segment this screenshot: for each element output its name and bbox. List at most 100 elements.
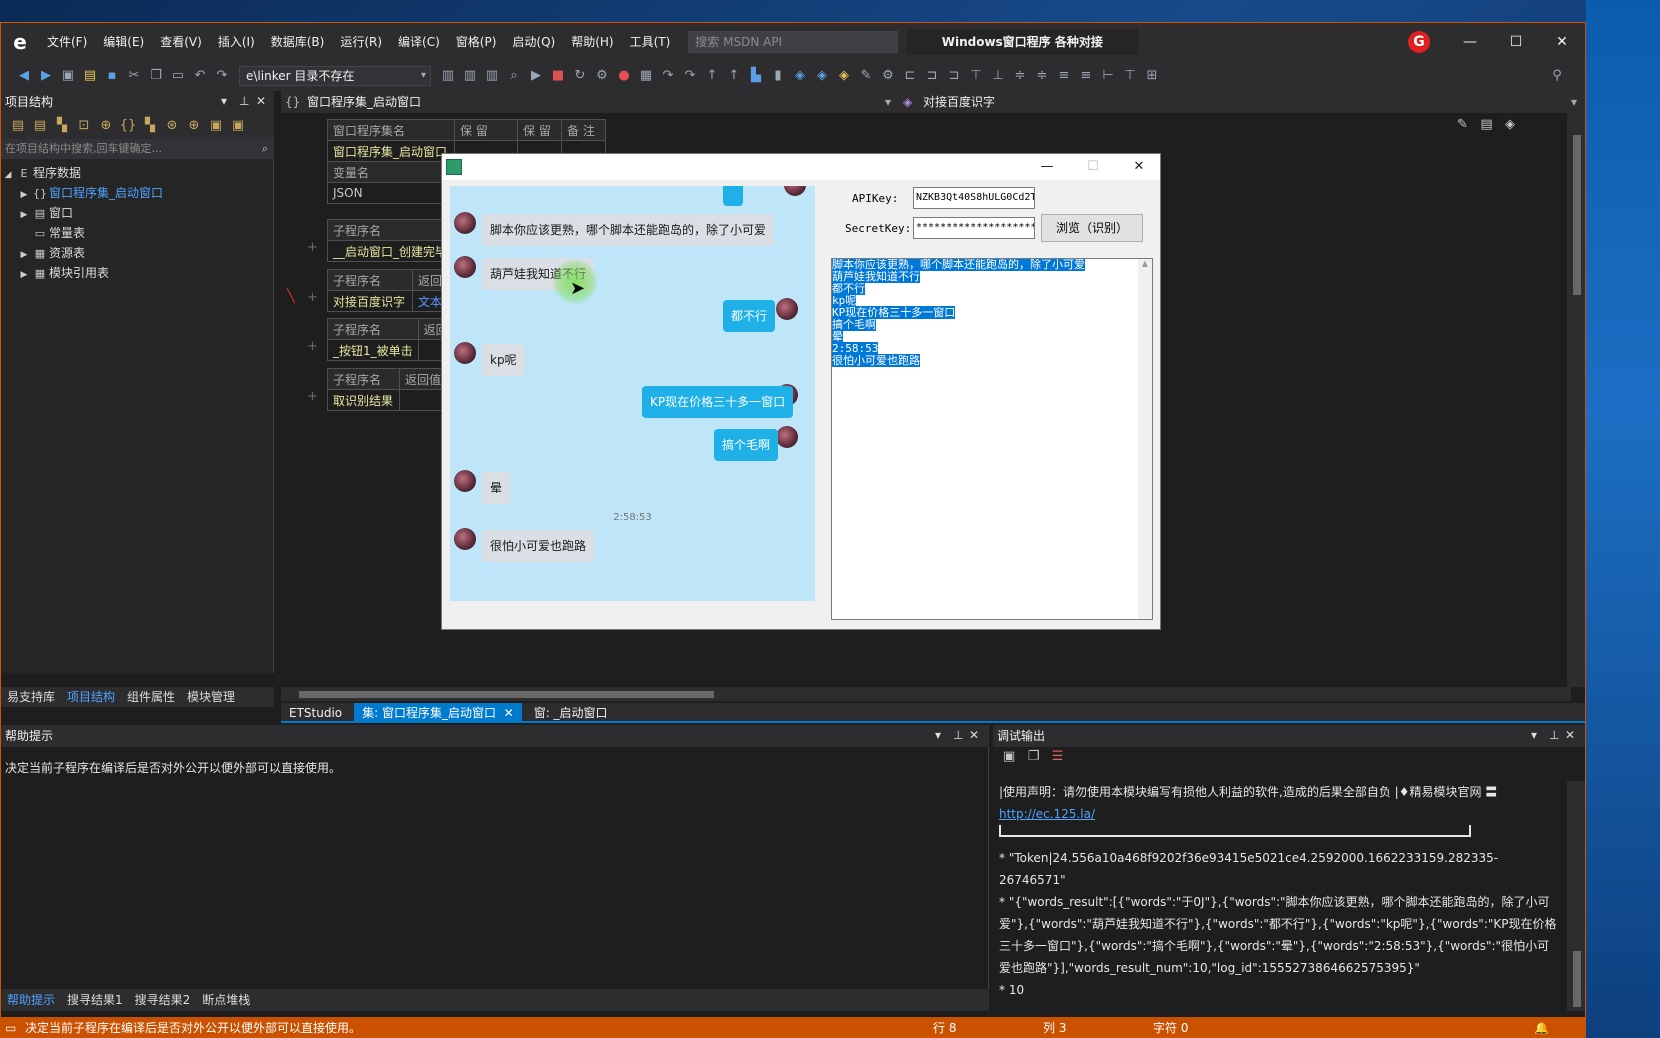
tree-item-window[interactable]: ▶ ▤ 窗口 xyxy=(1,203,274,223)
scroll-thumb[interactable] xyxy=(1573,951,1581,1007)
redo-icon[interactable]: ↷ xyxy=(212,66,232,86)
tree-item-window-assembly[interactable]: ▶{} 窗口程序集_启动窗口 xyxy=(1,183,274,203)
notification-bell-icon[interactable]: 🔔 xyxy=(1534,1017,1549,1037)
browse-recognize-button[interactable]: 浏览（识别） xyxy=(1041,214,1143,242)
variable-name-cell[interactable]: JSON xyxy=(327,182,455,204)
wrench-icon[interactable]: ✎ xyxy=(856,66,876,86)
copy-icon[interactable]: ❐ xyxy=(146,66,166,86)
same-width-icon[interactable]: ⊢ xyxy=(1098,66,1118,86)
tree-item-resources[interactable]: ▶ ▦ 资源表 xyxy=(1,243,274,263)
align-a-icon[interactable]: ▥ xyxy=(438,66,458,86)
panel-menu-icon[interactable]: ▾ xyxy=(935,728,941,742)
tab-help-tips[interactable]: 帮助提示 xyxy=(1,990,61,1010)
clear-output-icon[interactable]: ▣ xyxy=(1003,749,1015,764)
bookmark-icon[interactable]: ▮ xyxy=(768,66,788,86)
bookmark-next-icon[interactable]: ◈ xyxy=(812,66,832,86)
layout-icon[interactable]: ▙ xyxy=(746,66,766,86)
align-c-icon[interactable]: ▥ xyxy=(482,66,502,86)
menu-run[interactable]: 运行(R) xyxy=(332,23,390,61)
expand-plus-icon[interactable]: + xyxy=(307,339,318,354)
restart-icon[interactable]: ↻ xyxy=(570,66,590,86)
menu-database[interactable]: 数据库(B) xyxy=(263,23,333,61)
center-h-icon[interactable]: ≑ xyxy=(1010,66,1030,86)
project-tool-11-icon[interactable]: ▣ xyxy=(228,116,248,136)
bookmark-prev-icon[interactable]: ◈ xyxy=(790,66,810,86)
close-icon[interactable]: ✕ xyxy=(1539,23,1585,61)
expand-arrow-icon[interactable]: ▶ xyxy=(17,245,31,265)
move-down-icon[interactable]: ↑ xyxy=(724,66,744,86)
minimize-icon[interactable]: — xyxy=(1447,23,1493,61)
bookmark-clear-icon[interactable]: ◈ xyxy=(834,66,854,86)
space-v-icon[interactable]: ≡ xyxy=(1076,66,1096,86)
panel-pin-icon[interactable]: ⊥ xyxy=(239,94,249,108)
tab-search-results-1[interactable]: 搜寻结果1 xyxy=(61,990,129,1010)
tree-item-program-data[interactable]: ◢ E 程序数据 xyxy=(1,163,274,183)
assembly-name-cell[interactable]: 窗口程序集_启动窗口 xyxy=(327,140,455,162)
project-tool-5-icon[interactable]: ⊕ xyxy=(96,116,116,136)
assembly-selector[interactable]: 窗口程序集_启动窗口 xyxy=(307,91,421,113)
textarea-scrollbar[interactable]: ▲ xyxy=(1138,259,1152,619)
tab-search-results-2[interactable]: 搜寻结果2 xyxy=(129,990,197,1010)
breakpoint-icon[interactable]: ● xyxy=(614,66,634,86)
tab-breakpoint-stack[interactable]: 断点堆栈 xyxy=(196,990,256,1010)
tab-assembly-startup[interactable]: 集: 窗口程序集_启动窗口 ✕ xyxy=(354,703,522,721)
menu-pane[interactable]: 窗格(P) xyxy=(448,23,505,61)
linker-select[interactable]: e\linker 目录不存在 xyxy=(239,66,431,86)
cube-icon[interactable]: ◈ xyxy=(1505,117,1515,132)
stop-icon[interactable]: ■ xyxy=(548,66,568,86)
same-size-icon[interactable]: ⊞ xyxy=(1142,66,1162,86)
tab-project-structure[interactable]: 项目结构 xyxy=(61,687,121,707)
tab-etstudio[interactable]: ETStudio xyxy=(281,703,350,721)
g-brand-icon[interactable]: G xyxy=(1408,31,1430,53)
expand-arrow-icon[interactable]: ▶ xyxy=(17,185,31,205)
expand-plus-icon[interactable]: + xyxy=(307,389,318,404)
scroll-thumb[interactable] xyxy=(1573,135,1581,295)
menu-tools[interactable]: 工具(T) xyxy=(622,23,679,61)
chevron-down-icon[interactable]: ▾ xyxy=(1571,91,1577,113)
apikey-input[interactable]: NZKB3Qt40S8hULG0Cd2T xyxy=(913,187,1035,209)
project-tool-2-icon[interactable]: ▤ xyxy=(30,116,50,136)
project-tool-10-icon[interactable]: ▣ xyxy=(206,116,226,136)
breakpoint-marker-icon[interactable]: ╲ xyxy=(287,289,295,304)
close-icon[interactable]: ✕ xyxy=(504,706,514,720)
copy-output-icon[interactable]: ❐ xyxy=(1028,749,1040,764)
debug-scrollbar[interactable] xyxy=(1567,781,1585,1011)
panel-menu-icon[interactable]: ▾ xyxy=(1531,728,1537,742)
project-tool-3-icon[interactable]: ▚ xyxy=(52,116,72,136)
open-folder-icon[interactable]: ▤ xyxy=(80,66,100,86)
toggle-b-icon[interactable]: ↷ xyxy=(658,66,678,86)
pin-icon[interactable]: ⚲ xyxy=(1547,66,1567,86)
menu-compile[interactable]: 编译(C) xyxy=(390,23,448,61)
project-tool-7-icon[interactable]: ▚ xyxy=(140,116,160,136)
same-height-icon[interactable]: ⊤ xyxy=(1120,66,1140,86)
align-left-icon[interactable]: ⊏ xyxy=(900,66,920,86)
paste-icon[interactable]: ▭ xyxy=(168,66,188,86)
menu-insert[interactable]: 插入(I) xyxy=(210,23,263,61)
tab-window-startup[interactable]: 窗: _启动窗口 xyxy=(526,703,616,721)
edit-mode-icon[interactable]: ✎ xyxy=(1457,117,1468,132)
method-selector[interactable]: 对接百度识字 xyxy=(923,91,995,113)
align-center-icon[interactable]: ⊐ xyxy=(922,66,942,86)
run-icon[interactable]: ▶ xyxy=(526,66,546,86)
result-textarea[interactable]: 脚本你应该更熟，哪个脚本还能跑岛的，除了小可爱 葫芦娃我知道不行 都不行 kp呢… xyxy=(831,258,1153,620)
new-file-icon[interactable]: ▣ xyxy=(58,66,78,86)
panel-close-icon[interactable]: ✕ xyxy=(969,728,979,742)
list-icon[interactable]: ☰ xyxy=(1052,749,1064,764)
expand-arrow-icon[interactable]: ▶ xyxy=(17,265,31,285)
tab-module-management[interactable]: 模块管理 xyxy=(181,687,241,707)
close-icon[interactable]: ✕ xyxy=(1116,154,1162,180)
expand-plus-icon[interactable]: + xyxy=(307,240,318,255)
tree-item-constants[interactable]: ▭ 常量表 xyxy=(1,223,274,243)
maximize-icon[interactable]: ☐ xyxy=(1070,154,1116,180)
menu-view[interactable]: 查看(V) xyxy=(152,23,210,61)
step-icon[interactable]: ⚙ xyxy=(592,66,612,86)
subroutine-name-cell[interactable]: 取识别结果 xyxy=(327,389,400,411)
settings-icon[interactable]: ⚙ xyxy=(878,66,898,86)
debug-link[interactable]: http://ec.125.la/ xyxy=(999,803,1559,825)
project-tool-1-icon[interactable]: ▤ xyxy=(8,116,28,136)
menu-file[interactable]: 文件(F) xyxy=(39,23,95,61)
maximize-icon[interactable]: ☐ xyxy=(1493,23,1539,61)
align-top-icon[interactable]: ⊤ xyxy=(966,66,986,86)
menu-edit[interactable]: 编辑(E) xyxy=(95,23,152,61)
collapse-arrow-icon[interactable]: ◢ xyxy=(1,165,15,185)
